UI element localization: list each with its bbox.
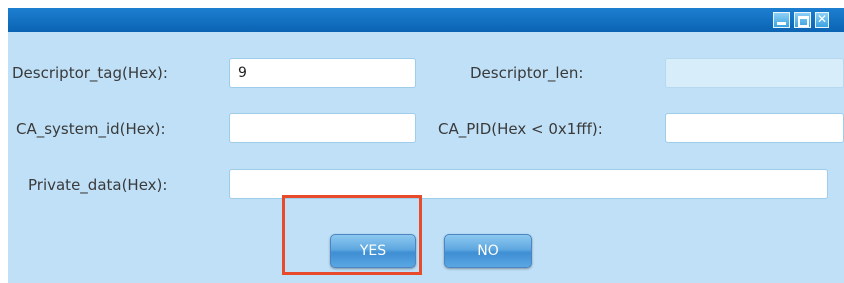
ca-system-id-label: CA_system_id(Hex): bbox=[16, 120, 166, 138]
ca-system-id-input[interactable] bbox=[229, 113, 416, 143]
close-icon[interactable] bbox=[815, 12, 829, 28]
yes-button[interactable]: YES bbox=[330, 234, 416, 268]
no-button[interactable]: NO bbox=[444, 234, 532, 268]
maximize-icon[interactable] bbox=[794, 12, 811, 28]
title-bar[interactable] bbox=[8, 8, 844, 32]
descriptor-tag-input[interactable] bbox=[229, 58, 416, 88]
private-data-label: Private_data(Hex): bbox=[28, 176, 168, 194]
dialog-window: Descriptor_tag(Hex): Descriptor_len: CA_… bbox=[8, 8, 844, 283]
descriptor-len-input bbox=[665, 58, 844, 88]
descriptor-len-label: Descriptor_len: bbox=[470, 64, 584, 82]
minimize-icon[interactable] bbox=[773, 12, 790, 28]
ca-pid-input[interactable] bbox=[665, 113, 844, 143]
private-data-input[interactable] bbox=[229, 169, 828, 199]
descriptor-tag-label: Descriptor_tag(Hex): bbox=[12, 64, 168, 82]
ca-pid-label: CA_PID(Hex < 0x1fff): bbox=[438, 120, 603, 138]
